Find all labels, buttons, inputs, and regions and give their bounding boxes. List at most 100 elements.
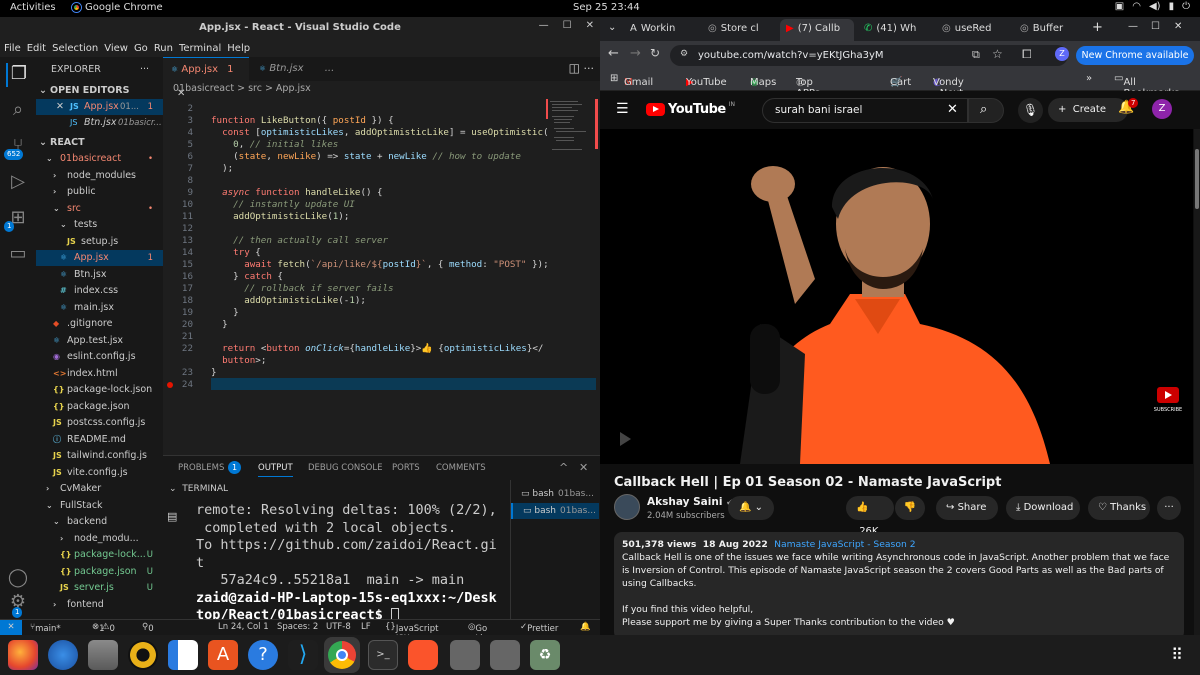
create-button[interactable]: + Create (1048, 98, 1128, 122)
code-editor[interactable]: 2 3 function LikeButton({ postId }) {4 con… (163, 99, 600, 455)
help-icon[interactable]: ? (248, 640, 278, 670)
youtube-avatar[interactable]: Z (1152, 99, 1172, 119)
minimap[interactable] (546, 99, 586, 169)
tree-item[interactable]: ⌄ 01basicreact • (36, 151, 163, 167)
source-control-icon[interactable]: ⑂ 652 (4, 135, 30, 160)
tree-item[interactable]: ⚛ App.test.jsx (36, 333, 163, 349)
browser-tab[interactable]: ◎ Store cl (702, 19, 776, 41)
tab-debug-console[interactable]: DEBUG CONSOLE (308, 463, 382, 473)
open-editor-app-jsx[interactable]: ✕ JS App.jsx 01... 1 (36, 99, 163, 115)
terminal-session-item[interactable]: ▭ bash 01bas... (511, 503, 599, 519)
tree-item[interactable]: {} package-lock... U (36, 547, 163, 563)
tree-item[interactable]: › CvMaker (36, 481, 163, 497)
browser-tab[interactable]: A Workin (624, 19, 698, 41)
youtube-logo[interactable]: YouTube IN (646, 101, 735, 117)
tree-item[interactable]: JS tailwind.config.js (36, 448, 163, 464)
tree-item[interactable]: ⌄ src • (36, 201, 163, 217)
files-icon[interactable] (88, 640, 118, 670)
close-icon[interactable]: ✕ (586, 20, 594, 31)
like-button[interactable]: 👍 26K (846, 496, 894, 537)
new-chrome-available-button[interactable]: New Chrome available (1076, 46, 1194, 65)
remote-indicator[interactable]: ✕ (0, 620, 22, 635)
extensions-icon[interactable]: ⊞ 1 (4, 207, 30, 232)
vscode-dock-icon[interactable]: ⟩ (288, 640, 318, 670)
more-actions-icon[interactable]: ··· (140, 62, 149, 78)
open-editors-section[interactable]: ⌄ OPEN EDITORS (36, 83, 163, 99)
voice-search-icon[interactable]: 🎙 (1018, 98, 1043, 123)
video-player[interactable]: SUBSCRIBE (600, 129, 1193, 464)
notifications-icon[interactable]: 🔔 (580, 622, 591, 632)
minimize-icon[interactable]: — (1128, 21, 1138, 32)
indentation[interactable]: Spaces: 2 (277, 622, 318, 632)
menu-edit[interactable]: Edit (27, 43, 46, 54)
go-live-button[interactable]: ◎ Go Live (468, 622, 493, 644)
tree-item[interactable]: ⚛ main.jsx (36, 300, 163, 316)
channel-avatar[interactable] (614, 494, 640, 520)
tree-item[interactable]: ◉ eslint.config.js (36, 349, 163, 365)
terminal-session-item[interactable]: ▭ bash 01bas... (511, 486, 599, 502)
more-actions-button[interactable]: ··· (1157, 496, 1181, 520)
thanks-button[interactable]: ♡ Thanks (1088, 496, 1150, 520)
cast-icon[interactable]: ⧉ (972, 48, 980, 62)
project-section[interactable]: ⌄ REACT (36, 135, 163, 151)
tree-item[interactable]: {} package.json (36, 399, 163, 415)
clock[interactable]: Sep 25 23:44 (573, 2, 640, 13)
tree-item[interactable]: ⚛ Btn.jsx (36, 267, 163, 283)
menu-file[interactable]: File (4, 43, 21, 54)
prettier-status[interactable]: ✓ Prettier (520, 622, 558, 634)
clear-search-icon[interactable]: ✕ (947, 102, 958, 117)
playlist-link[interactable]: Namaste JavaScript - Season 2 (774, 539, 915, 550)
tab-btn-jsx[interactable]: ⚛ Btn.jsx ... (251, 57, 341, 81)
accounts-icon[interactable]: ◯ (6, 567, 30, 591)
tree-item[interactable]: › fontend (36, 597, 163, 613)
back-icon[interactable]: ← (608, 46, 619, 61)
tree-item[interactable]: ⚛ App.jsx 1 (36, 250, 163, 266)
menu-selection[interactable]: Selection (52, 43, 98, 54)
reload-icon[interactable]: ↻ (650, 46, 660, 60)
menu-go[interactable]: Go (134, 43, 148, 54)
download-button[interactable]: ⤓ Download (1006, 496, 1080, 520)
cursor-position[interactable]: Ln 24, Col 1 (218, 622, 269, 632)
split-editor-icon[interactable]: ◫ (569, 61, 580, 75)
share-button[interactable]: ↪ Share (936, 496, 998, 520)
browser-tab[interactable]: ▶ (7) Callb (780, 19, 854, 41)
apps-icon[interactable]: ⊞ (610, 73, 618, 84)
terminal-output[interactable]: remote: Resolving deltas: 100% (2/2), co… (196, 502, 506, 625)
thunderbird-icon[interactable] (48, 640, 78, 670)
new-tab-button[interactable]: + (1092, 20, 1103, 35)
channel-name[interactable]: Akshay Saini ✔ (647, 496, 734, 508)
forward-icon[interactable]: → (630, 46, 641, 61)
chrome-dock-icon[interactable] (328, 641, 356, 669)
brave-icon[interactable] (408, 640, 438, 670)
breadcrumb[interactable]: 01basicreact > src > App.jsx (173, 83, 311, 94)
profile-avatar[interactable]: Z (1055, 47, 1069, 61)
open-editor-btn-jsx[interactable]: JS Btn.jsx 01basicr... (36, 115, 163, 131)
close-icon[interactable]: ✕ (56, 99, 64, 115)
trash-icon[interactable]: ♻ (530, 640, 560, 670)
tab-problems[interactable]: PROBLEMS (178, 463, 224, 473)
close-panel-icon[interactable]: ✕ (579, 461, 588, 474)
tree-item[interactable]: {} package-lock.json (36, 382, 163, 398)
tree-item[interactable]: › public (36, 184, 163, 200)
ssd-drive-icon-1[interactable] (450, 640, 480, 670)
terminal-dock-icon[interactable]: >_ (368, 640, 398, 670)
tree-item[interactable]: ◆ .gitignore (36, 316, 163, 332)
firefox-icon[interactable] (8, 640, 38, 670)
writer-icon[interactable] (168, 640, 198, 670)
manage-gear-icon[interactable]: ⚙ 1 (6, 591, 30, 618)
maximize-icon[interactable]: ☐ (563, 20, 572, 31)
tab-app-jsx[interactable]: ⚛ App.jsx 1 ✕ (163, 57, 249, 99)
menu-icon[interactable]: ☰ (616, 101, 629, 117)
run-debug-icon[interactable]: ▷ (6, 171, 30, 195)
tree-item[interactable]: {} package.json U (36, 564, 163, 580)
tree-item[interactable]: › node_modules (36, 168, 163, 184)
all-bookmarks-button[interactable]: ▭ All Bookmarks (1114, 73, 1179, 99)
terminal[interactable]: ⌄ TERMINAL ▤ remote: Resolving deltas: 1… (163, 480, 600, 623)
show-apps-icon[interactable]: ⠿ (1162, 640, 1192, 670)
branch-indicator[interactable]: ⑂ main* (30, 622, 61, 634)
tree-item[interactable]: JS server.js U (36, 580, 163, 596)
site-info-icon[interactable]: ⚙ (680, 49, 688, 59)
tree-item[interactable]: JS vite.config.js (36, 465, 163, 481)
tab-comments[interactable]: COMMENTS (436, 463, 486, 473)
problems-indicator[interactable]: ⊗ 1 ⚠ 0 (92, 622, 115, 634)
